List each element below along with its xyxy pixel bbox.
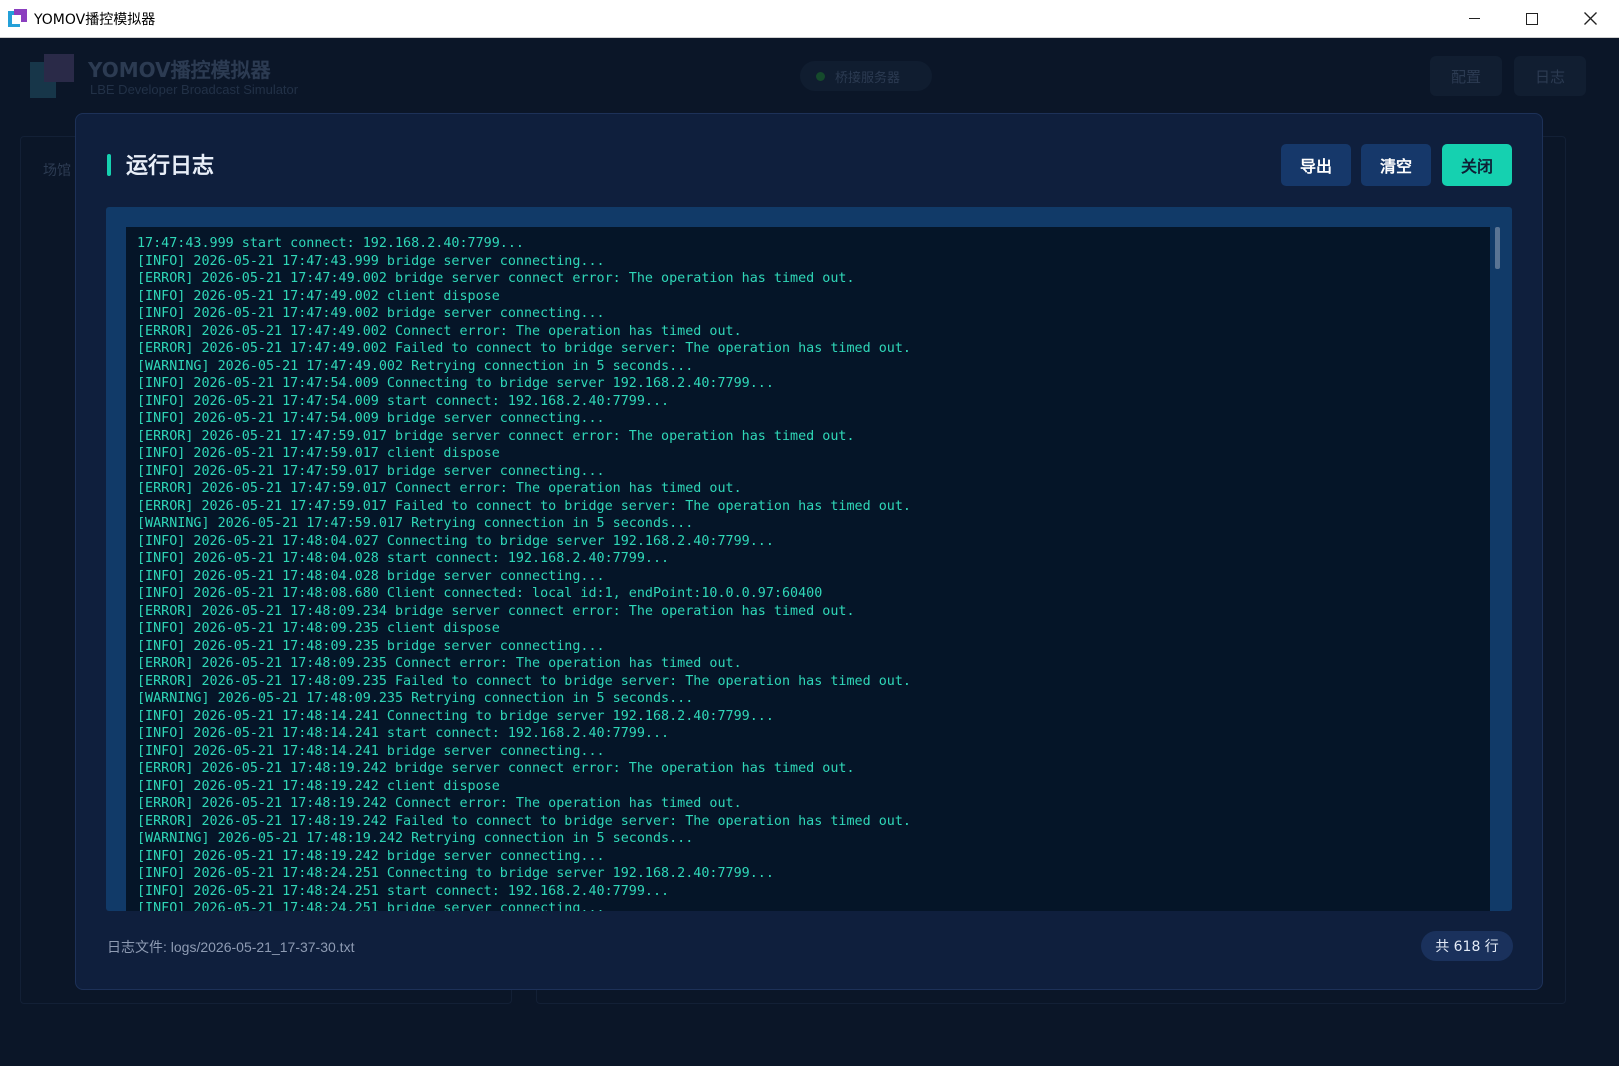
log-line: [INFO] 2026-05-21 17:48:04.028 bridge se…	[137, 568, 605, 584]
log-frame: 17:47:43.999 start connect: 192.168.2.40…	[106, 207, 1512, 911]
log-line: [INFO] 2026-05-21 17:48:24.251 start con…	[137, 883, 670, 899]
window-title: YOMOV播控模拟器	[34, 11, 156, 28]
log-line: 17:47:43.999 start connect: 192.168.2.40…	[137, 236, 524, 251]
bridge-server-status: 桥接服务器	[800, 61, 932, 91]
log-line: [WARNING] 2026-05-21 17:47:59.017 Retryi…	[137, 516, 694, 531]
close-icon	[1583, 12, 1597, 25]
app-name: YOMOV播控模拟器	[88, 58, 271, 82]
log-line: [WARNING] 2026-05-21 17:47:49.002 Retryi…	[137, 358, 694, 374]
log-line: [INFO] 2026-05-21 17:47:54.009 start con…	[137, 393, 670, 409]
log-line: [INFO] 2026-05-21 17:48:14.241 bridge se…	[137, 743, 605, 759]
log-line: [ERROR] 2026-05-21 17:48:09.234 bridge s…	[137, 603, 855, 619]
log-line: [INFO] 2026-05-21 17:48:19.242 client di…	[137, 778, 500, 794]
log-line: [ERROR] 2026-05-21 17:47:49.002 Connect …	[137, 323, 742, 339]
maximize-icon	[1526, 12, 1538, 25]
log-line: [ERROR] 2026-05-21 17:47:59.017 bridge s…	[137, 428, 855, 444]
log-scrollbar[interactable]	[1495, 227, 1500, 911]
log-line: [INFO] 2026-05-21 17:48:14.241 start con…	[137, 726, 670, 741]
log-line: [INFO] 2026-05-21 17:48:24.251 bridge se…	[137, 901, 605, 911]
log-line: [INFO] 2026-05-21 17:47:49.002 bridge se…	[137, 306, 605, 321]
export-button[interactable]: 导出	[1281, 144, 1351, 186]
log-line: [ERROR] 2026-05-21 17:48:09.235 Failed t…	[137, 673, 911, 689]
close-window-button[interactable]	[1561, 0, 1619, 37]
log-line: [INFO] 2026-05-21 17:47:59.017 client di…	[137, 446, 500, 461]
log-line: [INFO] 2026-05-21 17:47:43.999 bridge se…	[137, 253, 605, 269]
window-titlebar: YOMOV播控模拟器	[0, 0, 1619, 38]
log-dialog: 运行日志 导出 清空 关闭 17:47:43.999 start connect…	[75, 113, 1543, 990]
log-line: [INFO] 2026-05-21 17:47:59.017 bridge se…	[137, 463, 605, 479]
clear-button[interactable]: 清空	[1361, 144, 1431, 186]
app-subtitle: LBE Developer Broadcast Simulator	[90, 82, 299, 97]
dialog-title: 运行日志	[126, 154, 215, 179]
status-label: 桥接服务器	[835, 70, 901, 86]
log-line: [WARNING] 2026-05-21 17:48:19.242 Retryi…	[137, 831, 694, 846]
log-line: [ERROR] 2026-05-21 17:47:59.017 Connect …	[137, 481, 742, 496]
maximize-button[interactable]	[1503, 0, 1561, 37]
log-file-path: 日志文件: logs/2026-05-21_17-37-30.txt	[107, 939, 355, 955]
config-button: 配置	[1430, 56, 1502, 96]
log-line: [INFO] 2026-05-21 17:47:49.002 client di…	[137, 288, 500, 304]
scrollbar-thumb[interactable]	[1495, 227, 1500, 269]
log-line: [INFO] 2026-05-21 17:48:14.241 Connectin…	[137, 708, 774, 724]
log-line: [ERROR] 2026-05-21 17:47:59.017 Failed t…	[137, 498, 911, 514]
log-text-area[interactable]: 17:47:43.999 start connect: 192.168.2.40…	[126, 227, 1490, 911]
log-line: [INFO] 2026-05-21 17:48:09.235 bridge se…	[137, 638, 605, 654]
log-line: [INFO] 2026-05-21 17:48:24.251 Connectin…	[137, 866, 774, 881]
app-header: YOMOV播控模拟器 LBE Developer Broadcast Simul…	[0, 38, 1619, 118]
log-line: [ERROR] 2026-05-21 17:48:19.242 Failed t…	[137, 813, 911, 829]
log-line: [ERROR] 2026-05-21 17:48:09.235 Connect …	[137, 656, 742, 671]
log-line: [INFO] 2026-05-21 17:47:54.009 bridge se…	[137, 411, 605, 426]
app-logo-icon	[8, 8, 28, 29]
log-lines: 17:47:43.999 start connect: 192.168.2.40…	[137, 235, 911, 911]
log-line: [INFO] 2026-05-21 17:48:04.028 start con…	[137, 551, 670, 566]
dialog-header: 运行日志 导出 清空 关闭	[76, 114, 1542, 204]
status-dot-icon	[816, 71, 825, 81]
venue-label: 场馆	[43, 163, 71, 179]
log-line: [WARNING] 2026-05-21 17:48:09.235 Retryi…	[137, 691, 694, 706]
log-line: [INFO] 2026-05-21 17:48:04.027 Connectin…	[137, 533, 774, 549]
minimize-button[interactable]	[1445, 0, 1503, 37]
log-line: [INFO] 2026-05-21 17:47:54.009 Connectin…	[137, 376, 774, 391]
log-line: [ERROR] 2026-05-21 17:48:19.242 bridge s…	[137, 761, 855, 776]
window-controls	[1445, 0, 1619, 37]
log-button: 日志	[1514, 56, 1586, 96]
log-line: [INFO] 2026-05-21 17:48:19.242 bridge se…	[137, 848, 605, 864]
log-line: [INFO] 2026-05-21 17:48:08.680 Client co…	[137, 586, 823, 601]
log-line: [ERROR] 2026-05-21 17:47:49.002 bridge s…	[137, 271, 855, 286]
title-accent-bar	[107, 154, 111, 176]
line-count-badge: 共 618 行	[1421, 931, 1513, 961]
close-dialog-button[interactable]: 关闭	[1442, 144, 1512, 186]
log-line: [INFO] 2026-05-21 17:48:09.235 client di…	[137, 621, 500, 636]
minimize-icon	[1468, 18, 1480, 19]
log-line: [ERROR] 2026-05-21 17:47:49.002 Failed t…	[137, 341, 911, 356]
log-line: [ERROR] 2026-05-21 17:48:19.242 Connect …	[137, 796, 742, 811]
app-logo	[30, 54, 76, 98]
